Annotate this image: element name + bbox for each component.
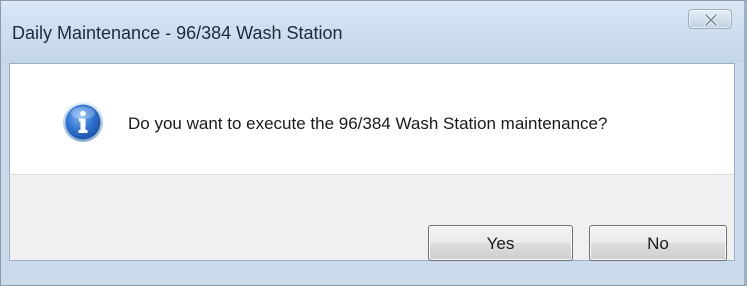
info-icon [63,102,103,142]
dialog-window: Daily Maintenance - 96/384 Wash Station [0,0,747,286]
yes-button[interactable]: Yes [428,225,573,261]
window-title: Daily Maintenance - 96/384 Wash Station [12,23,343,43]
message-area: Do you want to execute the 96/384 Wash S… [10,64,734,174]
message-text: Do you want to execute the 96/384 Wash S… [128,114,608,133]
title-bar[interactable]: Daily Maintenance - 96/384 Wash Station [1,1,744,63]
close-button[interactable] [688,9,732,29]
no-button[interactable]: No [589,225,727,261]
close-icon [704,14,718,26]
button-area: Yes No [10,174,734,261]
dialog-content: Do you want to execute the 96/384 Wash S… [9,63,735,261]
